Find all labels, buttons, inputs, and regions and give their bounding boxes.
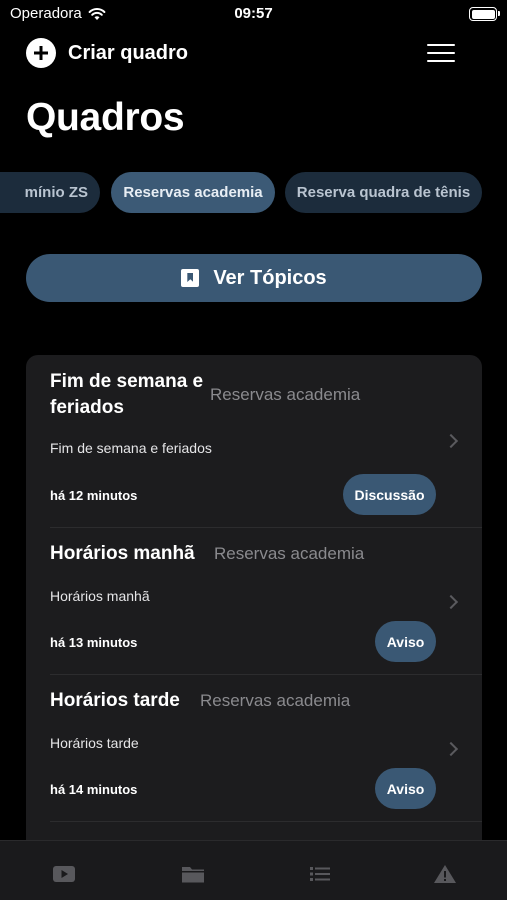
chevron-right-icon: [443, 594, 459, 610]
top-navigation: Criar quadro: [0, 36, 507, 70]
board-chip-list[interactable]: mínio ZS Reservas academia Reserva quadr…: [0, 172, 507, 214]
tab-list[interactable]: [305, 861, 335, 887]
board-chip-selected[interactable]: Reservas academia: [111, 172, 275, 213]
topic-board-name: Reservas academia: [200, 691, 351, 710]
view-topics-button[interactable]: Ver Tópicos: [26, 254, 482, 302]
topic-row[interactable]: Horários tarde Reservas academia Horário…: [26, 675, 482, 822]
chevron-right-icon: [443, 433, 459, 449]
plus-circle-icon: [26, 38, 56, 68]
board-chip-label: mínio ZS: [24, 184, 88, 201]
topic-board-name: Reservas academia: [210, 385, 361, 404]
topics-list: Fim de semana e feriados Reservas academ…: [26, 355, 482, 855]
topic-title: Horários tarde: [50, 690, 180, 711]
topic-timestamp: há 13 minutos: [50, 635, 138, 650]
topic-title: Fim de semana e feriados: [50, 371, 204, 418]
hamburger-menu-icon[interactable]: [427, 44, 455, 62]
board-chip[interactable]: mínio ZS: [0, 172, 100, 213]
topic-tag-button[interactable]: Aviso: [375, 768, 436, 809]
warning-icon: [434, 865, 456, 883]
chevron-right-icon: [443, 741, 459, 757]
topic-description: Horários tarde: [50, 735, 139, 751]
topic-tag-button[interactable]: Aviso: [375, 621, 436, 662]
topic-timestamp: há 12 minutos: [50, 488, 138, 503]
topic-timestamp: há 14 minutos: [50, 782, 138, 797]
topic-tag-button[interactable]: Discussão: [343, 474, 436, 515]
topic-description: Fim de semana e feriados: [50, 440, 212, 456]
board-chip-label: Reserva quadra de tênis: [296, 184, 471, 201]
topic-row[interactable]: Horários manhã Reservas academia Horário…: [26, 528, 482, 675]
view-topics-label: Ver Tópicos: [213, 266, 327, 289]
topic-row[interactable]: Fim de semana e feriados Reservas academ…: [26, 355, 482, 528]
battery-icon: [469, 7, 500, 21]
tab-bar: [0, 840, 507, 900]
bookmark-icon: [181, 269, 200, 287]
folder-icon: [182, 867, 204, 883]
topic-board-name: Reservas academia: [214, 544, 365, 563]
status-time: 09:57: [234, 5, 273, 22]
create-board-label: Criar quadro: [68, 41, 189, 64]
status-bar: Operadora 09:57: [0, 0, 507, 30]
tab-videos[interactable]: [49, 861, 79, 887]
list-icon: [310, 867, 330, 881]
page-title: Quadros: [26, 96, 185, 139]
create-board-button[interactable]: Criar quadro: [26, 38, 188, 68]
tab-boards[interactable]: [178, 861, 208, 887]
topic-title: Horários manhã: [50, 543, 195, 564]
play-video-icon: [53, 866, 75, 882]
topic-description: Horários manhã: [50, 588, 150, 604]
board-chip[interactable]: Reserva quadra de tênis: [285, 172, 482, 213]
board-chip-label: Reservas academia: [123, 184, 263, 201]
tab-alerts[interactable]: [430, 861, 460, 887]
